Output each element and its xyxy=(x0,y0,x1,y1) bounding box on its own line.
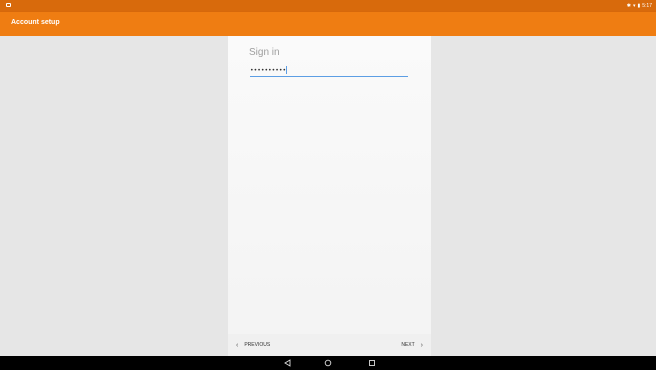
app-bar-title: Account setup xyxy=(11,19,60,26)
sign-in-heading: Sign in xyxy=(249,47,280,58)
back-triangle-icon[interactable] xyxy=(284,359,292,367)
text-cursor xyxy=(286,66,287,74)
previous-button[interactable]: ‹ PREVIOUS xyxy=(236,340,270,350)
battery-icon: ▮ xyxy=(637,3,641,9)
next-button[interactable]: NEXT › xyxy=(401,340,423,350)
app-bar: Account setup xyxy=(0,12,656,36)
previous-label: PREVIOUS xyxy=(244,342,271,348)
notification-icon xyxy=(6,3,11,7)
system-navigation-bar xyxy=(0,356,656,370)
password-field[interactable] xyxy=(250,65,408,77)
recents-square-icon[interactable] xyxy=(368,359,376,367)
wifi-icon: ▾ xyxy=(632,3,636,9)
status-bar: ✱ ▾ ▮ 5:17 xyxy=(0,0,656,12)
home-circle-icon[interactable] xyxy=(324,359,332,367)
clock: 5:17 xyxy=(642,3,652,9)
bluetooth-icon: ✱ xyxy=(626,3,631,9)
screen: ✱ ▾ ▮ 5:17 Account setup Sign in ‹ PREVI… xyxy=(0,0,656,370)
sign-in-card: Sign in xyxy=(228,36,431,356)
next-label: NEXT xyxy=(401,342,415,348)
chevron-left-icon: ‹ xyxy=(236,341,239,349)
setup-navigation: ‹ PREVIOUS NEXT › xyxy=(228,334,431,356)
status-icons: ✱ ▾ ▮ 5:17 xyxy=(627,3,652,9)
chevron-right-icon: › xyxy=(420,341,423,349)
